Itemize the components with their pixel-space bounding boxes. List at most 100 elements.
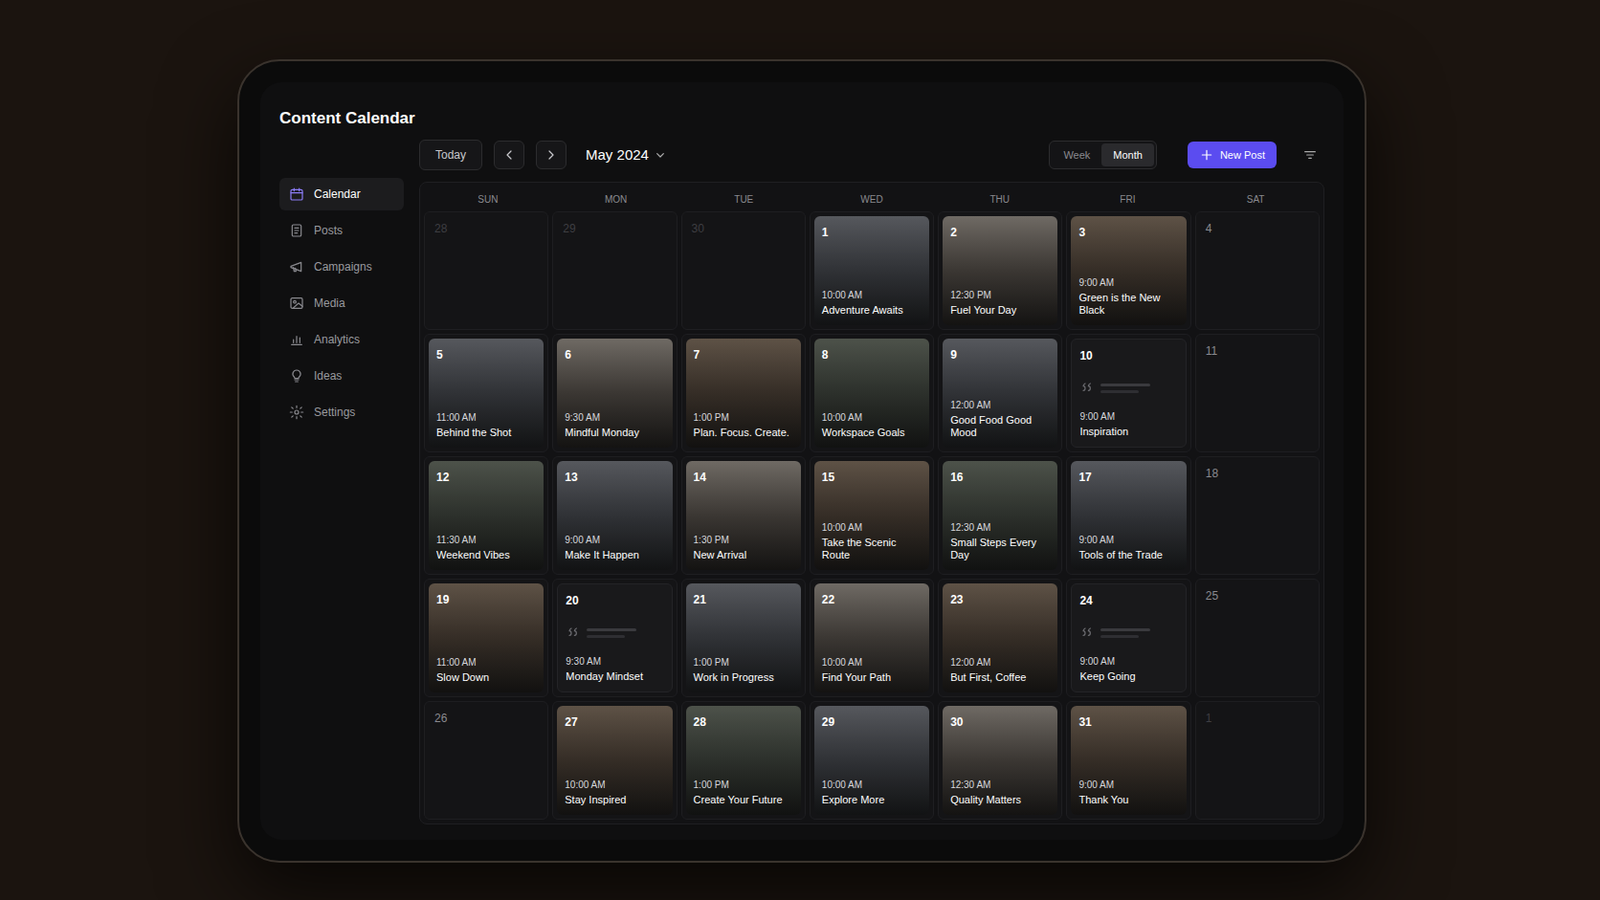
quote-lines xyxy=(586,624,637,639)
post-thumbnail[interactable]: 211:00 PMWork in Progress xyxy=(686,583,801,693)
calendar-day[interactable]: 39:00 AMGreen is the New Black xyxy=(1066,211,1191,331)
post-thumbnail[interactable]: 212:30 PMFuel Your Day xyxy=(942,216,1058,326)
calendar-day[interactable]: 2210:00 AMFind Your Path xyxy=(809,578,934,698)
calendar-day[interactable]: 29 xyxy=(552,211,677,331)
day-number: 29 xyxy=(822,713,922,732)
calendar-day[interactable]: 281:00 PMCreate Your Future xyxy=(681,701,806,821)
day-number: 19 xyxy=(436,591,536,609)
calendar-day[interactable]: 810:00 AMWorkspace Goals xyxy=(809,333,934,453)
post-thumbnail[interactable]: 319:00 AMThank You xyxy=(1070,706,1186,816)
calendar-day[interactable]: 319:00 AMThank You xyxy=(1066,701,1191,821)
calendar-day[interactable]: 179:00 AMTools of the Trade xyxy=(1066,456,1191,576)
post-thumbnail[interactable]: 2312:00 AMBut First, Coffee xyxy=(942,583,1058,693)
post-thumbnail[interactable]: 1211:30 AMWeekend Vibes xyxy=(428,461,544,571)
post-thumbnail[interactable]: 2210:00 AMFind Your Path xyxy=(814,583,930,693)
calendar-day[interactable]: 912:00 AMGood Food Good Mood xyxy=(937,333,1063,453)
calendar-day[interactable]: 30 xyxy=(681,211,806,331)
calendar-day[interactable]: 1911:00 AMSlow Down xyxy=(423,578,549,698)
calendar-day[interactable]: 3012:30 AMQuality Matters xyxy=(937,701,1063,821)
post-info: 9:00 AMTools of the Trade xyxy=(1078,533,1178,563)
calendar-day[interactable]: 141:30 PMNew Arrival xyxy=(681,456,806,576)
calendar-day[interactable]: 110:00 AMAdventure Awaits xyxy=(809,211,934,331)
new-post-button[interactable]: New Post xyxy=(1187,141,1277,170)
sidebar-item[interactable]: Calendar xyxy=(279,177,404,211)
calendar-day[interactable]: 511:00 AMBehind the Shot xyxy=(423,333,549,453)
post-thumbnail[interactable]: 71:00 PMPlan. Focus. Create. xyxy=(686,338,801,448)
post-time: 9:00 AM xyxy=(1079,409,1178,424)
today-button[interactable]: Today xyxy=(419,139,483,171)
quote-post[interactable]: 109:00 AMInspiration xyxy=(1070,338,1186,448)
post-info: 1:00 PMWork in Progress xyxy=(693,655,794,686)
post-thumbnail[interactable]: 810:00 AMWorkspace Goals xyxy=(814,338,930,448)
calendar-day[interactable]: 1612:30 AMSmall Steps Every Day xyxy=(937,456,1063,576)
sidebar-item[interactable]: Media xyxy=(279,287,404,320)
post-info: 9:00 AMKeep Going xyxy=(1079,654,1178,685)
post-time: 9:00 AM xyxy=(1079,654,1178,669)
calendar-day[interactable]: 139:00 AMMake It Happen xyxy=(552,456,677,576)
sidebar-item[interactable]: Campaigns xyxy=(279,250,404,284)
post-thumbnail[interactable]: 2710:00 AMStay Inspired xyxy=(556,706,672,816)
post-thumbnail[interactable]: 179:00 AMTools of the Trade xyxy=(1070,461,1186,571)
text-line xyxy=(586,628,637,632)
post-thumbnail[interactable]: 3012:30 AMQuality Matters xyxy=(942,706,1058,816)
calendar-day[interactable]: 2312:00 AMBut First, Coffee xyxy=(937,578,1063,698)
sidebar-label: Posts xyxy=(313,222,343,240)
calendar-day[interactable]: 11 xyxy=(1195,333,1320,453)
filter-button[interactable] xyxy=(1295,140,1325,170)
post-thumbnail[interactable]: 39:00 AMGreen is the New Black xyxy=(1070,216,1186,326)
quote-post[interactable]: 209:30 AMMonday Mindset xyxy=(556,583,672,693)
prev-button[interactable] xyxy=(493,140,525,170)
calendar-day[interactable]: 1211:30 AMWeekend Vibes xyxy=(423,456,549,576)
post-time: 1:30 PM xyxy=(693,533,794,548)
calendar-day[interactable]: 211:00 PMWork in Progress xyxy=(681,578,806,698)
calendar-day[interactable]: 71:00 PMPlan. Focus. Create. xyxy=(681,333,806,453)
post-info: 9:30 AMMonday Mindset xyxy=(565,654,664,685)
calendar-day[interactable]: 209:30 AMMonday Mindset xyxy=(552,578,677,698)
calendar-day[interactable]: 109:00 AMInspiration xyxy=(1066,333,1191,453)
view-option[interactable]: Week xyxy=(1051,143,1102,168)
sidebar-item[interactable]: Analytics xyxy=(279,323,404,356)
day-number: 26 xyxy=(428,706,544,728)
post-thumbnail[interactable]: 110:00 AMAdventure Awaits xyxy=(814,216,930,326)
day-number: 3 xyxy=(1078,223,1178,242)
post-thumbnail[interactable]: 139:00 AMMake It Happen xyxy=(556,461,672,571)
post-thumbnail[interactable]: 281:00 PMCreate Your Future xyxy=(686,706,801,816)
calendar-day[interactable]: 4 xyxy=(1195,211,1320,331)
calendar-day[interactable]: 249:00 AMKeep Going xyxy=(1066,578,1191,698)
post-title: Monday Mindset xyxy=(565,670,664,685)
sidebar-item[interactable]: Posts xyxy=(279,214,404,247)
post-thumbnail[interactable]: 912:00 AMGood Food Good Mood xyxy=(942,338,1058,448)
calendar-day[interactable]: 26 xyxy=(423,701,549,821)
calendar-day[interactable]: 2910:00 AMExplore More xyxy=(809,701,934,821)
post-thumbnail[interactable]: 1911:00 AMSlow Down xyxy=(428,583,544,693)
calendar-day[interactable]: 28 xyxy=(423,211,549,331)
calendar-day[interactable]: 1 xyxy=(1195,701,1320,821)
day-number: 14 xyxy=(693,468,794,487)
next-button[interactable] xyxy=(535,140,567,170)
post-thumbnail[interactable]: 1510:00 AMTake the Scenic Route xyxy=(814,461,930,571)
post-thumbnail[interactable]: 511:00 AMBehind the Shot xyxy=(428,338,544,448)
calendar-day[interactable]: 2710:00 AMStay Inspired xyxy=(552,701,677,821)
plus-icon xyxy=(1199,147,1215,163)
view-option[interactable]: Month xyxy=(1101,143,1155,168)
day-number: 4 xyxy=(1200,216,1315,238)
post-thumbnail[interactable]: 1612:30 AMSmall Steps Every Day xyxy=(942,461,1058,571)
calendar-day[interactable]: 1510:00 AMTake the Scenic Route xyxy=(809,456,934,576)
post-time: 11:00 AM xyxy=(436,655,536,670)
post-time: 11:30 AM xyxy=(436,533,536,548)
post-thumbnail[interactable]: 141:30 PMNew Arrival xyxy=(686,461,801,571)
post-time: 9:00 AM xyxy=(1078,533,1178,548)
post-thumbnail[interactable]: 2910:00 AMExplore More xyxy=(814,706,930,816)
post-title: Quality Matters xyxy=(950,794,1050,808)
sidebar-item[interactable]: Settings xyxy=(279,396,404,429)
calendar-day[interactable]: 25 xyxy=(1195,578,1320,698)
month-picker[interactable]: May 2024 xyxy=(585,144,668,167)
calendar-day[interactable]: 212:30 PMFuel Your Day xyxy=(937,211,1063,331)
post-thumbnail[interactable]: 69:30 AMMindful Monday xyxy=(556,338,672,448)
quote-icon xyxy=(565,624,581,641)
calendar-day[interactable]: 69:30 AMMindful Monday xyxy=(552,333,677,453)
calendar-day[interactable]: 18 xyxy=(1195,456,1320,576)
sidebar-item[interactable]: Ideas xyxy=(279,359,404,393)
quote-post[interactable]: 249:00 AMKeep Going xyxy=(1070,583,1186,693)
post-title: Make It Happen xyxy=(564,549,665,563)
